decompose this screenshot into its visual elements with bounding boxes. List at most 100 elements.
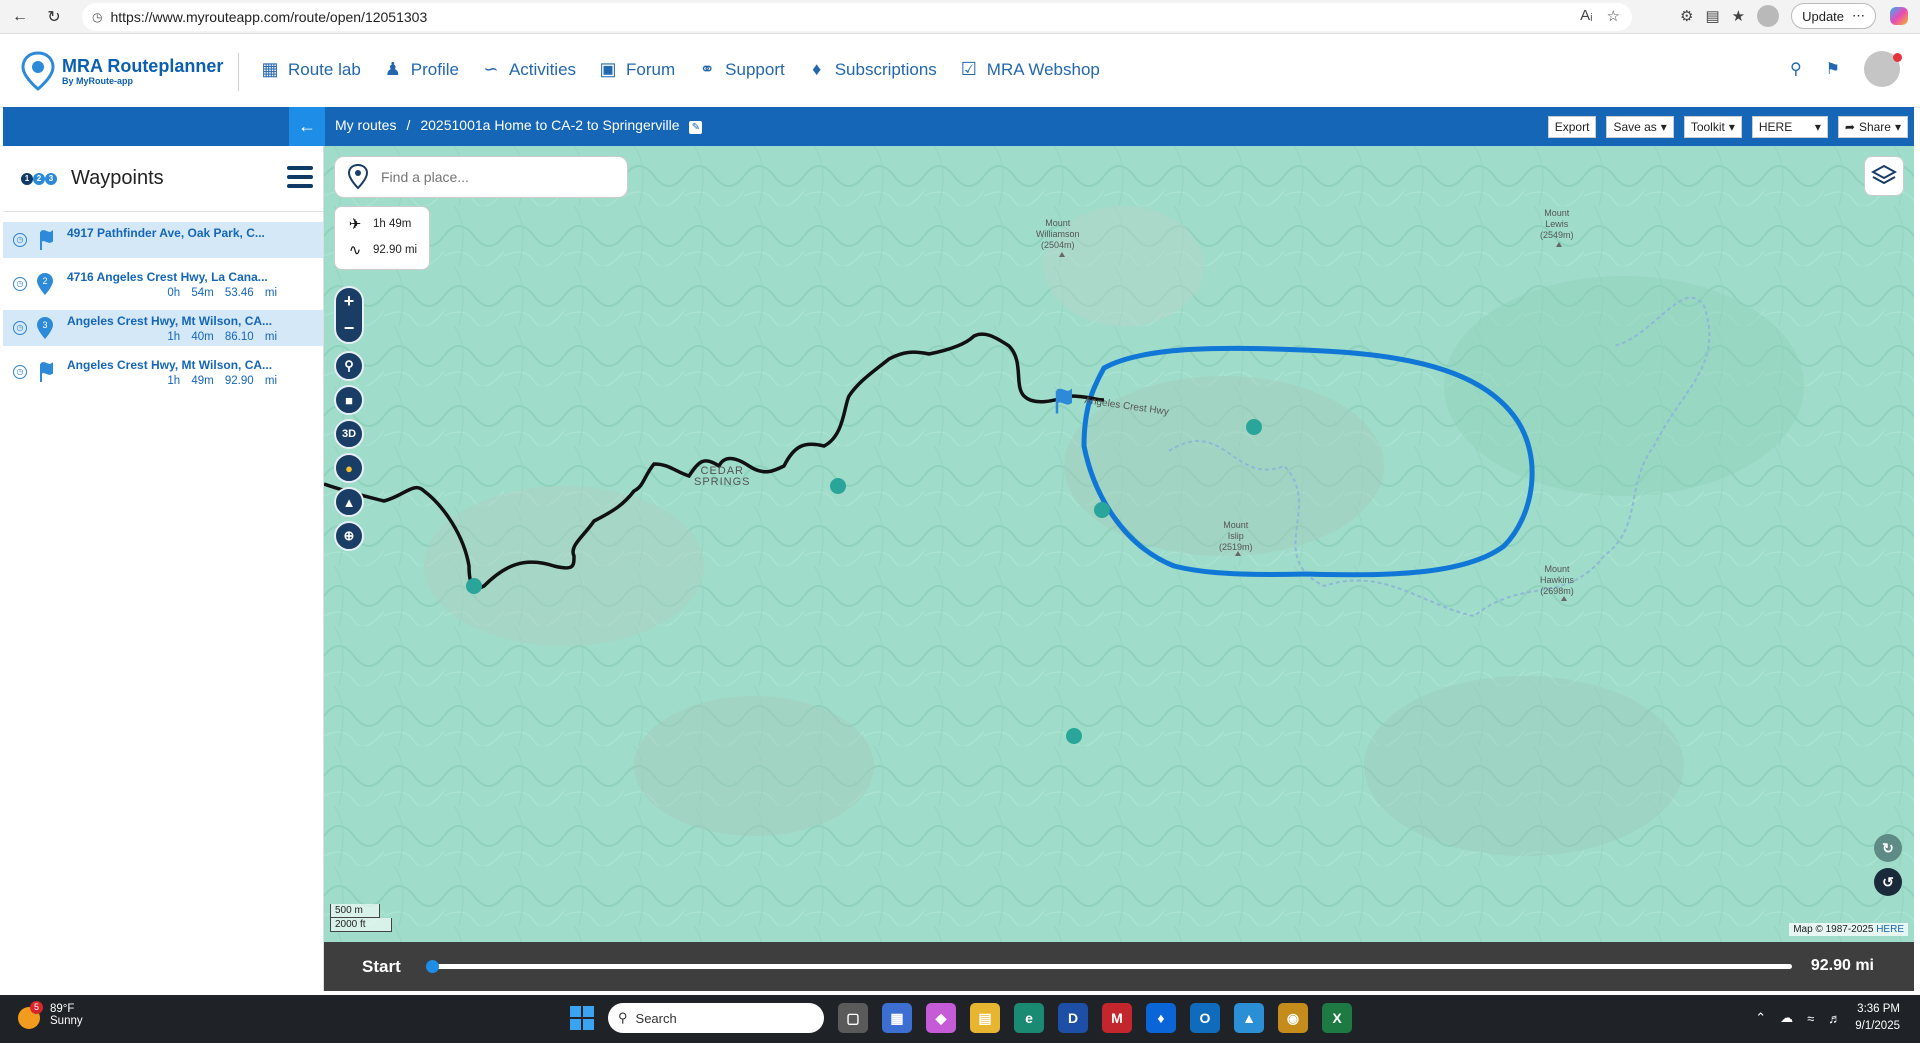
taskbar-search[interactable]: ⚲ Search [608, 1003, 824, 1033]
find-place-input[interactable] [381, 169, 601, 185]
chevron-up-icon[interactable]: ⌃ [1755, 1010, 1766, 1026]
read-aloud-icon[interactable]: Aᵢ [1580, 7, 1592, 25]
clock[interactable]: 3:36 PM 9/1/2025 [1855, 1001, 1900, 1035]
route-name: 20251001a Home to CA-2 to Springerville [420, 117, 680, 133]
clock-icon[interactable]: ◷ [13, 277, 27, 291]
nav-subscriptions[interactable]: ♦ Subscriptions [807, 59, 937, 80]
nav-label: Profile [410, 59, 459, 79]
finish-flag-marker-icon[interactable] [1049, 386, 1075, 416]
waypoint-distance: 86.10 mi [224, 331, 277, 343]
collapse-sidebar-button[interactable]: ← [289, 107, 325, 146]
file-explorer-icon[interactable]: ▤ [970, 1003, 1000, 1033]
save-as-button[interactable]: Save as ▾ [1606, 116, 1674, 138]
attribution-link[interactable]: HERE [1876, 924, 1904, 935]
route-title: 20251001a Home to CA-2 to Springerville … [420, 117, 703, 134]
3d-button[interactable]: 3D [334, 419, 364, 449]
favorites-icon[interactable]: ★ [1732, 7, 1745, 25]
store-icon[interactable]: ▦ [882, 1003, 912, 1033]
breadcrumb-my-routes[interactable]: My routes [335, 117, 396, 134]
dropbox-icon[interactable]: ♦ [1146, 1003, 1176, 1033]
slider-track[interactable] [426, 960, 1792, 973]
copilot-app-icon[interactable]: ◆ [926, 1003, 956, 1033]
layers-button[interactable] [1864, 156, 1904, 196]
edit-icon[interactable]: ✎ [689, 121, 703, 134]
mra-logo[interactable]: MRA Routeplanner By MyRoute-app [20, 51, 223, 91]
nav-activities[interactable]: ∽ Activities [481, 59, 576, 80]
clock-icon[interactable]: ◷ [13, 321, 27, 335]
edge-browser-icon[interactable]: e [1014, 1003, 1044, 1033]
nav-support[interactable]: ⚭ Support [697, 59, 785, 80]
peak-label-hawkins: Mount Hawkins (2698m) [1540, 564, 1575, 596]
waypoint-list: ◷ 4917 Pathfinder Ave, Oak Park, C... ◷ … [3, 222, 323, 390]
nav-route-lab[interactable]: ▦ Route lab [260, 59, 360, 80]
layers-icon [1871, 164, 1897, 185]
mcafee-icon[interactable]: M [1102, 1003, 1132, 1033]
outlook-icon[interactable]: O [1190, 1003, 1220, 1033]
excel-icon[interactable]: X [1322, 1003, 1352, 1033]
volume-icon[interactable]: ♬ [1828, 1011, 1841, 1026]
clock-icon[interactable]: ◷ [13, 233, 27, 247]
waypoint-meta: 1h 40m 86.10 mi [167, 331, 277, 343]
slider-thumb[interactable] [426, 960, 439, 973]
nav-webshop[interactable]: ☑ MRA Webshop [959, 59, 1100, 80]
map-provider-select[interactable]: HERE ▾ [1751, 116, 1828, 138]
rotate-button[interactable]: ↻ [1874, 834, 1902, 862]
logo-pin-icon [21, 51, 55, 91]
logo-title: MRA Routeplanner [62, 56, 224, 76]
app-icon[interactable]: ◉ [1278, 1003, 1308, 1033]
wifi-icon[interactable]: ≈ [1807, 1011, 1814, 1026]
weather-widget[interactable]: 5 89°F Sunny [18, 1001, 83, 1029]
avatar[interactable] [1864, 51, 1902, 87]
photos-icon[interactable]: ▲ [1234, 1003, 1264, 1033]
dell-icon[interactable]: D [1058, 1003, 1088, 1033]
breadcrumb-separator: / [406, 117, 411, 133]
copilot-icon[interactable] [1888, 5, 1910, 27]
split-screen-icon[interactable]: ▤ [1705, 7, 1719, 25]
map-canvas[interactable]: Mount Williamson (2504m) Mount Lewis (2549m)… [324, 146, 1914, 942]
nav-forum[interactable]: ▣ Forum [598, 59, 676, 80]
locate-me-button[interactable]: ⊕ [334, 521, 364, 551]
waypoint-time: 0h 54m [167, 287, 214, 299]
waypoints-sidebar: 123 Waypoints ◷ 4917 Pathfinder Ave, Oak… [3, 146, 324, 991]
waypoint-item-2[interactable]: ◷ 2 4716 Angeles Crest Hwy, La Cana... 0… [3, 266, 323, 302]
address-bar[interactable]: ◷ https://www.myrouteapp.com/route/open/… [82, 3, 1632, 31]
export-button[interactable]: Export [1547, 116, 1597, 138]
taskbar-apps: ⚲ Search ▢ ▦ ◆ ▤ e D M ♦ O ▲ ◉ X [570, 1003, 1352, 1033]
toolkit-button[interactable]: Toolkit ▾ [1683, 116, 1742, 138]
find-place-box[interactable] [334, 156, 628, 198]
back-arrow-icon[interactable]: ← [6, 3, 34, 31]
hamburger-menu-icon[interactable] [287, 166, 313, 188]
waypoints-title: Waypoints [71, 167, 164, 189]
add-poi-button[interactable]: ⚲ [334, 351, 364, 381]
search-icon[interactable]: ⚲ [1790, 59, 1802, 79]
map-attribution: Map © 1987-2025 HERE [1789, 923, 1908, 936]
street-view-button[interactable]: ● [334, 453, 364, 483]
onedrive-icon[interactable]: ☁ [1780, 1010, 1793, 1026]
clock-icon[interactable]: ◷ [13, 365, 27, 379]
route-toolbar: Export Save as ▾ Toolkit ▾ HERE ▾ ➦ Share ▾ [1547, 116, 1908, 138]
marker-number: 2 [42, 276, 47, 286]
browser-profile-icon[interactable] [1757, 5, 1780, 27]
waypoint-item-3[interactable]: ◷ 3 Angeles Crest Hwy, Mt Wilson, CA... … [3, 310, 323, 346]
reload-icon[interactable]: ↻ [40, 3, 68, 31]
favorite-star-icon[interactable]: ☆ [1607, 7, 1620, 25]
elevation-button[interactable]: ▲ [334, 487, 364, 517]
zoom-out-icon[interactable]: − [344, 318, 355, 339]
bell-icon[interactable]: ⚑ [1826, 59, 1840, 79]
share-button[interactable]: ➦ Share ▾ [1837, 116, 1908, 138]
taskbar-search-label: Search [635, 1010, 677, 1026]
location-pin-icon [347, 164, 369, 190]
windows-start-icon[interactable] [570, 1006, 594, 1030]
task-view-icon[interactable]: ▢ [838, 1003, 868, 1033]
waypoint-item-finish[interactable]: ◷ Angeles Crest Hwy, Mt Wilson, CA... 1h… [3, 354, 323, 390]
reset-view-button[interactable]: ↺ [1874, 868, 1902, 896]
extensions-icon[interactable]: ⚙ [1680, 7, 1693, 25]
zoom-in-icon[interactable]: + [344, 291, 355, 312]
waypoint-item-start[interactable]: ◷ 4917 Pathfinder Ave, Oak Park, C... [3, 222, 323, 258]
nav-profile[interactable]: ♟ Profile [383, 59, 459, 80]
update-button[interactable]: Update ⋯ [1791, 3, 1877, 29]
site-info-icon[interactable]: ◷ [92, 10, 102, 24]
pin-plus-icon: ⚲ [344, 358, 354, 373]
bag-icon: ☑ [960, 59, 977, 79]
lock-button[interactable]: ■ [334, 385, 364, 415]
